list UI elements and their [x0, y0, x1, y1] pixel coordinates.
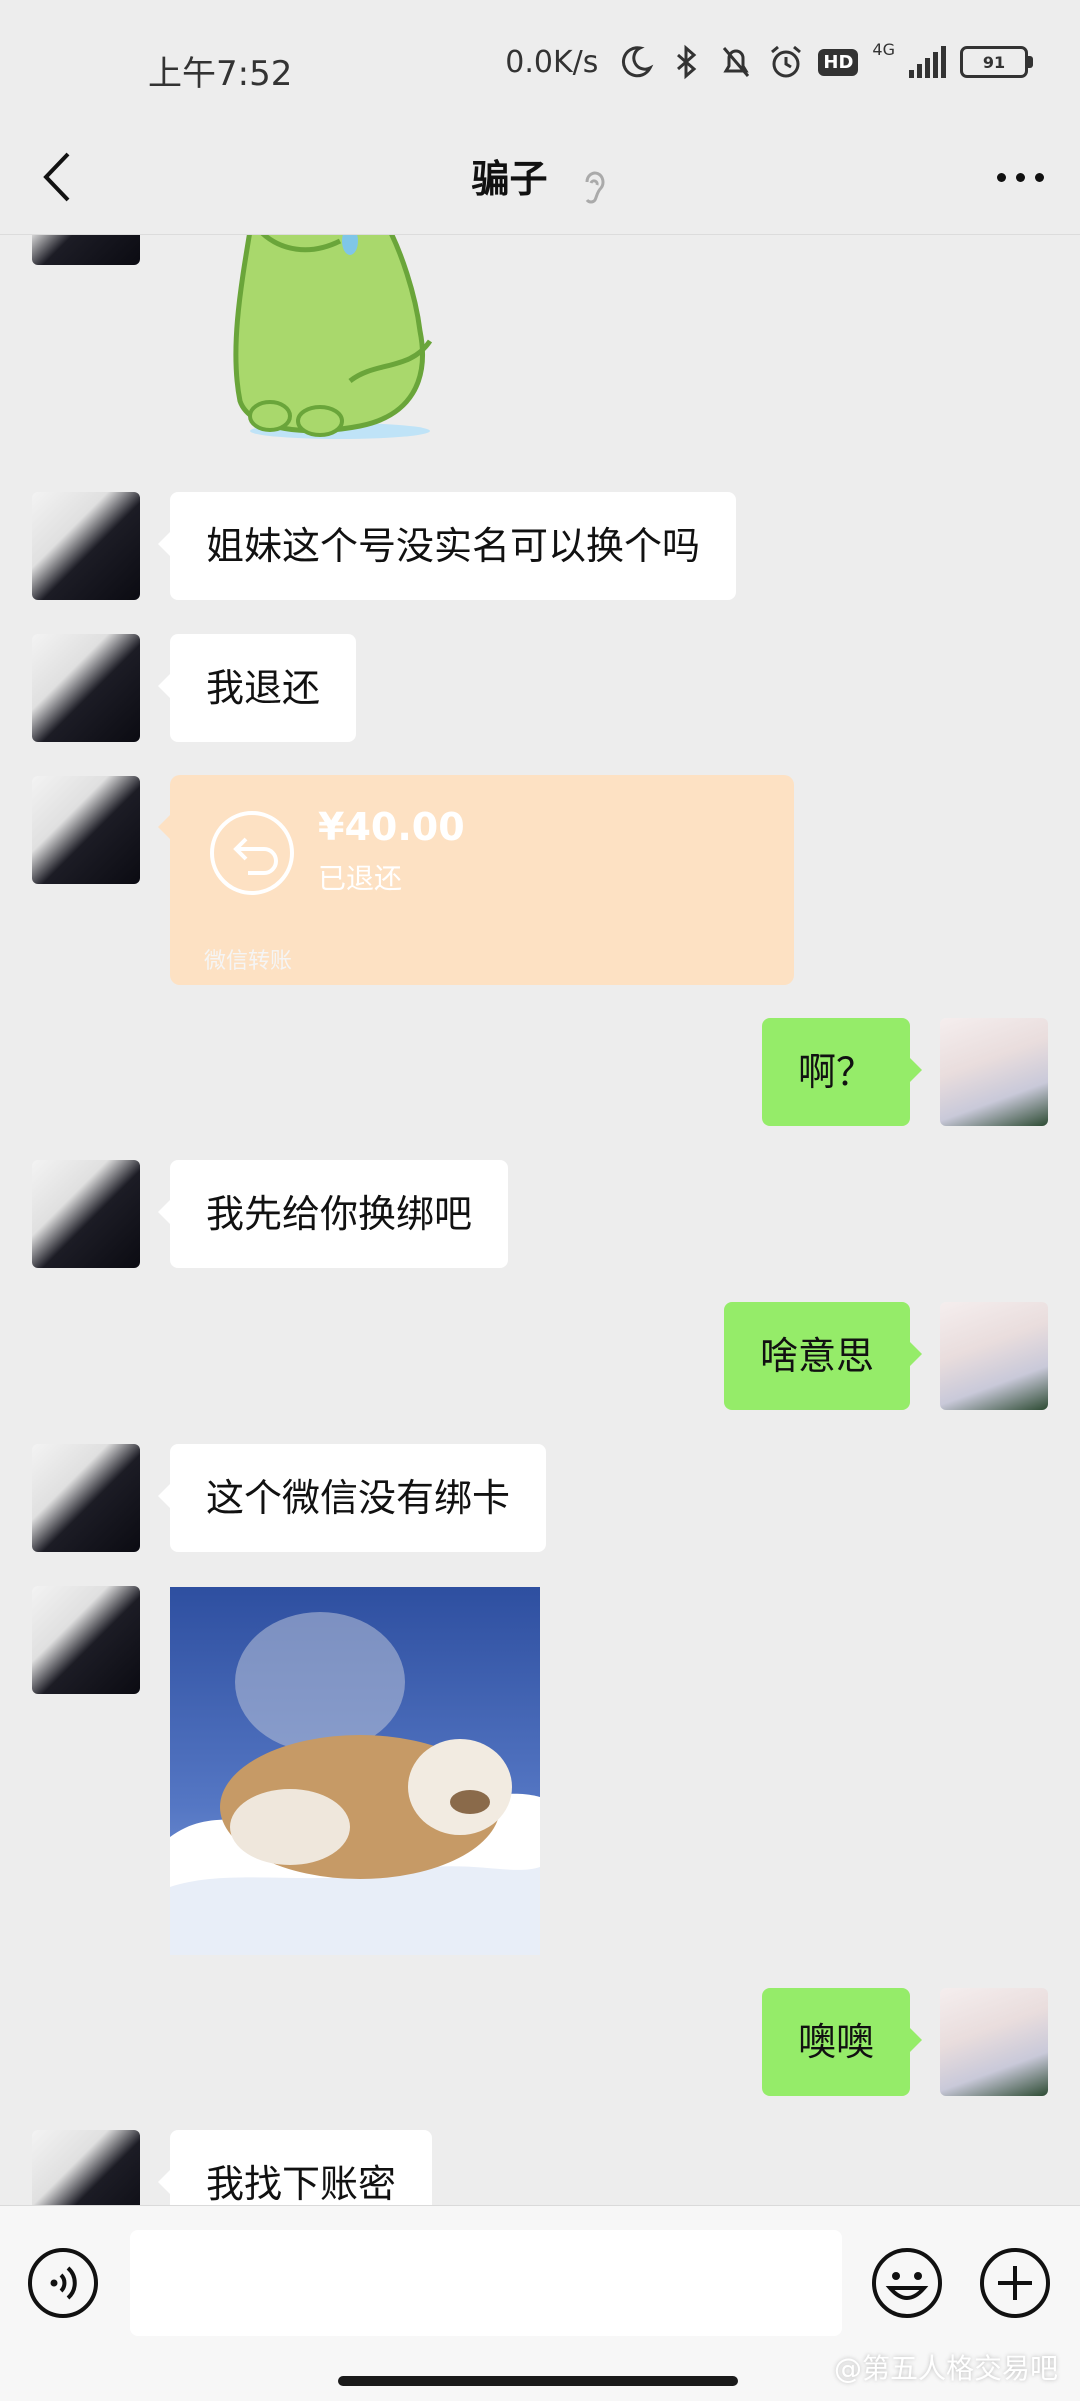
- alarm-icon: [771, 45, 802, 78]
- message-bubble-sent[interactable]: 啊？: [761, 1018, 923, 1126]
- voice-icon[interactable]: [26, 2246, 100, 2320]
- message-bubble-sent[interactable]: 噢噢: [761, 1988, 923, 2096]
- status-time: 上午7:52: [148, 54, 293, 94]
- cat-sticker[interactable]: [170, 1587, 540, 1955]
- message-input[interactable]: [130, 2230, 842, 2336]
- contact-avatar[interactable]: [32, 1160, 140, 1268]
- frog-sticker[interactable]: [200, 235, 480, 441]
- transfer-card[interactable]: ¥40.00 已退还 微信转账: [158, 775, 794, 985]
- message-list[interactable]: 姐妹这个号没实名可以换个吗 我退还 ¥40.00 已退还 微信转账 啊？ 我先给…: [0, 235, 1080, 2205]
- contact-avatar[interactable]: [32, 235, 140, 265]
- network-type: 4G: [872, 40, 895, 59]
- ear-icon: [585, 171, 605, 203]
- my-avatar[interactable]: [940, 1018, 1048, 1126]
- my-avatar[interactable]: [940, 1988, 1048, 2096]
- contact-avatar[interactable]: [32, 634, 140, 742]
- moon-icon: [622, 46, 654, 78]
- watermark: @第五人格交易吧: [833, 2352, 1058, 2385]
- message-bubble-received[interactable]: 我退还: [157, 634, 357, 742]
- contact-avatar[interactable]: [32, 1586, 140, 1694]
- message-bubble-received[interactable]: 我找下账密: [157, 2130, 433, 2205]
- battery-icon: 91: [960, 46, 1033, 78]
- returned-transfer-icon: [210, 811, 294, 895]
- contact-avatar[interactable]: [32, 2130, 140, 2205]
- plus-icon[interactable]: [978, 2246, 1052, 2320]
- emoji-icon[interactable]: [870, 2246, 944, 2320]
- transfer-status: 已退还: [318, 862, 403, 895]
- more-icon[interactable]: [990, 162, 1050, 192]
- contact-avatar[interactable]: [32, 1444, 140, 1552]
- contact-avatar[interactable]: [32, 776, 140, 884]
- my-avatar[interactable]: [940, 1302, 1048, 1410]
- hd-voice-icon: HD: [818, 48, 859, 76]
- message-bubble-sent[interactable]: 啥意思: [723, 1302, 923, 1410]
- home-indicator[interactable]: [338, 2376, 738, 2386]
- status-bar: 上午7:52 0.0K/s HD 4G 91: [0, 0, 1080, 120]
- message-bubble-received[interactable]: 这个微信没有绑卡: [157, 1444, 547, 1552]
- bluetooth-icon: [677, 44, 697, 80]
- network-speed: 0.0K/s: [505, 44, 599, 80]
- transfer-footer: 微信转账: [204, 949, 293, 974]
- input-bar: @第五人格交易吧: [0, 2205, 1080, 2401]
- mute-bell-icon: [723, 47, 750, 77]
- contact-avatar[interactable]: [32, 492, 140, 600]
- message-bubble-received[interactable]: 姐妹这个号没实名可以换个吗: [157, 492, 737, 600]
- status-icons: 0.0K/s HD 4G 91: [505, 40, 1033, 84]
- signal-icon: [909, 46, 946, 78]
- message-bubble-received[interactable]: 我先给你换绑吧: [157, 1160, 509, 1268]
- chat-header: 骗子: [0, 120, 1080, 235]
- chat-title: 骗子: [471, 157, 548, 201]
- transfer-amount: ¥40.00: [318, 805, 465, 849]
- cat-sticker-image: [170, 1587, 540, 1955]
